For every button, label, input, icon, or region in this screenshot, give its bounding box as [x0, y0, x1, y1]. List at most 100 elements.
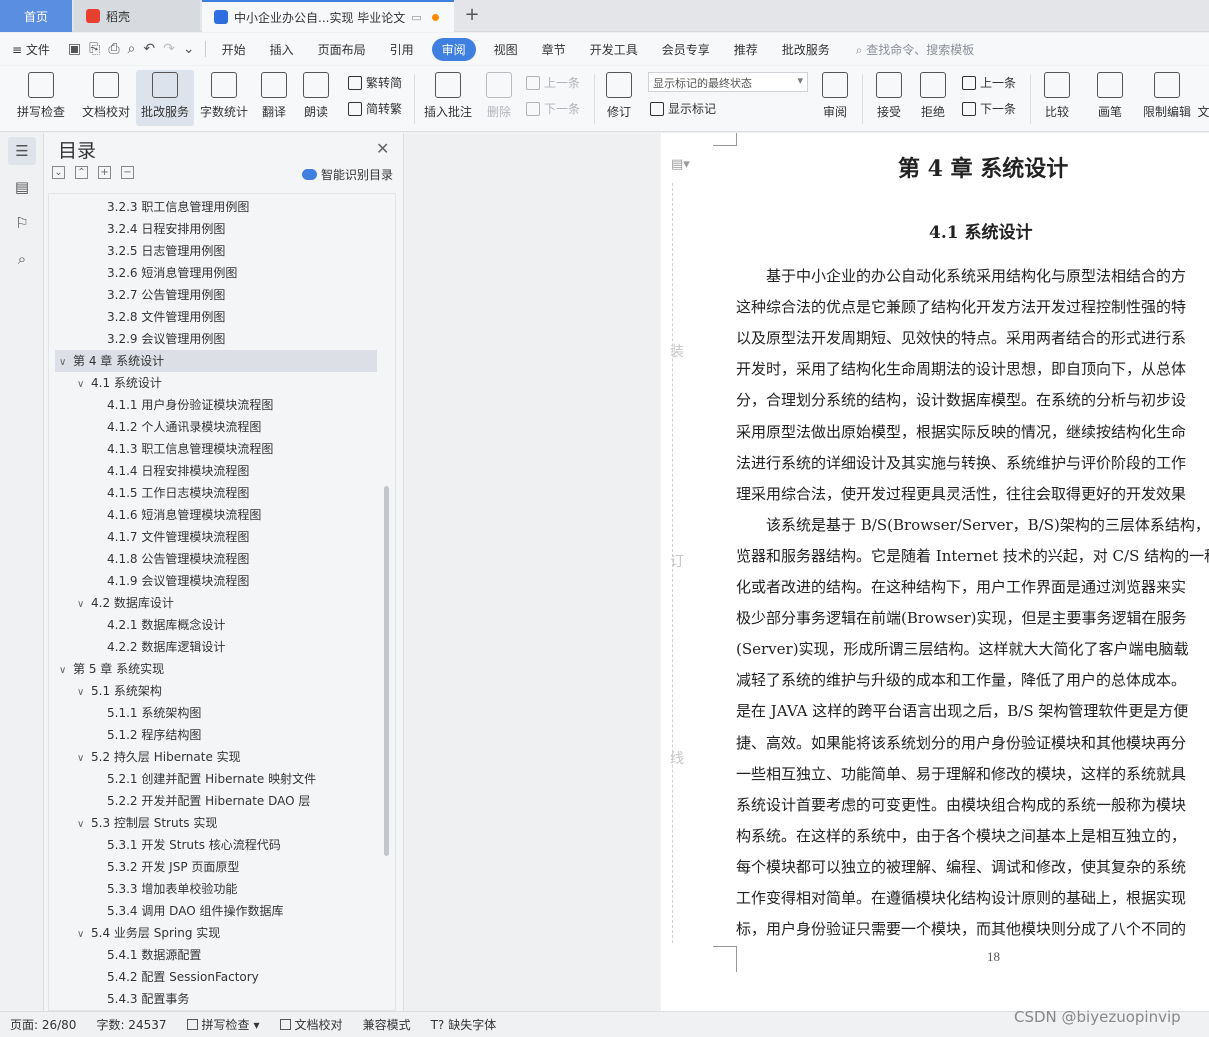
chevron-down-icon[interactable]: ∨ — [77, 814, 91, 836]
toc-item[interactable]: 5.1.1 系统架构图 — [49, 702, 379, 724]
add-heading-icon[interactable]: + — [98, 166, 111, 179]
page-indicator[interactable]: 页面: 26/80 — [0, 1016, 86, 1033]
export-pdf-icon[interactable]: ⎘ — [89, 41, 100, 57]
menu-item-start[interactable]: 开始 — [210, 41, 258, 58]
word-count-status[interactable]: 字数: 24537 — [86, 1016, 176, 1033]
expand-all-icon[interactable]: ⌄ — [52, 166, 65, 179]
tab-daoke[interactable]: 稻壳 — [74, 0, 200, 32]
prev-comment-button[interactable]: 上一条 — [526, 74, 580, 91]
read-aloud-button[interactable]: 朗读 — [298, 70, 334, 126]
toc-item[interactable]: 5.3.1 开发 Struts 核心流程代码 — [49, 834, 379, 856]
smart-toc-button[interactable]: 智能识别目录 — [302, 166, 393, 183]
command-search[interactable]: ⌕ 查找命令、搜索模板 — [856, 41, 975, 58]
toc-item[interactable]: 5.4.3 配置事务 — [49, 988, 379, 1010]
toc-item[interactable]: 5.3.4 调用 DAO 组件操作数据库 — [49, 900, 379, 922]
chevron-down-icon[interactable]: ∨ — [77, 748, 91, 770]
toc-item[interactable]: 5.1.2 程序结构图 — [49, 724, 379, 746]
collapse-all-icon[interactable]: ⌃ — [75, 166, 88, 179]
correction-service-button[interactable]: 批改服务 — [136, 70, 194, 126]
next-change-button[interactable]: 下一条 — [962, 100, 1016, 117]
to-traditional-button[interactable]: 简转繁 — [348, 100, 402, 117]
toc-item[interactable]: ∨ 5.1 系统架构 — [49, 680, 379, 702]
toc-item[interactable]: 3.2.9 会议管理用例图 — [49, 328, 379, 350]
remove-heading-icon[interactable]: − — [121, 166, 134, 179]
find-icon[interactable]: ⌕ — [8, 245, 36, 273]
toc-item[interactable]: 4.2.1 数据库概念设计 — [49, 614, 379, 636]
menu-item-insert[interactable]: 插入 — [258, 41, 306, 58]
review-pane-button[interactable]: 审阅 — [816, 70, 854, 126]
undo-icon[interactable]: ↶ — [143, 41, 155, 57]
toc-item[interactable]: 4.1.9 会议管理模块流程图 — [49, 570, 379, 592]
menu-item-view[interactable]: 视图 — [482, 41, 530, 58]
print-icon[interactable]: ⎙ — [108, 41, 119, 57]
toc-item[interactable]: 4.1.2 个人通讯录模块流程图 — [49, 416, 379, 438]
toc-item[interactable]: 5.2.1 创建并配置 Hibernate 映射文件 — [49, 768, 379, 790]
next-comment-button[interactable]: 下一条 — [526, 100, 580, 117]
tab-home[interactable]: 首页 — [0, 0, 72, 32]
toc-item[interactable]: 3.2.5 日志管理用例图 — [49, 240, 379, 262]
toc-item[interactable]: 3.2.7 公告管理用例图 — [49, 284, 379, 306]
missing-font-status[interactable]: T? 缺失字体 — [421, 1016, 507, 1033]
toc-item[interactable]: 3.2.4 日程安排用例图 — [49, 218, 379, 240]
page-options-icon[interactable]: ▤▾ — [671, 157, 690, 172]
spell-check-status[interactable]: 拼写检查 ▾ — [177, 1016, 270, 1033]
toc-item[interactable]: ∨ 5.2 持久层 Hibernate 实现 — [49, 746, 379, 768]
toc-item[interactable]: ∨ 4.2 数据库设计 — [49, 592, 379, 614]
toc-item[interactable]: ∨ 第 4 章 系统设计 — [55, 350, 377, 372]
show-markup-button[interactable]: 显示标记 — [650, 100, 716, 117]
toc-item[interactable]: ∨ 5.4 业务层 Spring 实现 — [49, 922, 379, 944]
toc-item[interactable]: 5.3.2 开发 JSP 页面原型 — [49, 856, 379, 878]
new-tab-plus-icon[interactable]: + — [462, 5, 482, 25]
document-page[interactable]: ▤▾ 装 订 线 第 4 章 系统设计 4.1 系统设计 基于中小企业的办公自动… — [661, 133, 1209, 1011]
track-changes-button[interactable]: 修订 — [600, 70, 638, 126]
toc-item[interactable]: 4.1.6 短消息管理模块流程图 — [49, 504, 379, 526]
compare-button[interactable]: 比较 — [1036, 70, 1078, 126]
chevron-down-icon[interactable]: ∨ — [77, 374, 91, 396]
monitor-icon[interactable]: ▭ — [411, 11, 421, 24]
menu-item-recommend[interactable]: 推荐 — [722, 41, 770, 58]
toc-item[interactable]: 5.3.3 增加表单校验功能 — [49, 878, 379, 900]
prev-change-button[interactable]: 上一条 — [962, 74, 1016, 91]
chevron-down-icon[interactable]: ∨ — [59, 660, 73, 682]
toc-item[interactable]: 4.1.4 日程安排模块流程图 — [49, 460, 379, 482]
translate-button[interactable]: 翻译 — [254, 70, 294, 126]
word-count-button[interactable]: 字数统计 — [196, 70, 252, 126]
tab-document[interactable]: 中小企业办公自...实现 毕业论文 ▭ — [202, 0, 454, 32]
toc-item[interactable]: ∨ 第 5 章 系统实现 — [49, 658, 379, 680]
more-chevron-icon[interactable]: ⌄ — [183, 41, 195, 57]
menu-item-member[interactable]: 会员专享 — [650, 41, 722, 58]
to-simplified-button[interactable]: 繁转简 — [348, 74, 402, 91]
save-icon[interactable]: ▣ — [68, 41, 81, 57]
toc-item[interactable]: ∨ 5.3 控制层 Struts 实现 — [49, 812, 379, 834]
toc-item[interactable]: 5.2.2 开发并配置 Hibernate DAO 层 — [49, 790, 379, 812]
insert-comment-button[interactable]: 插入批注 — [420, 70, 476, 126]
menu-item-review[interactable]: 审阅 — [431, 37, 476, 61]
delete-comment-button[interactable]: 删除 — [480, 70, 518, 126]
menu-item-devtools[interactable]: 开发工具 — [578, 41, 650, 58]
proofread-button[interactable]: 文档校对 — [76, 70, 136, 126]
restrict-editing-button[interactable]: 限制编辑 — [1138, 70, 1196, 126]
file-menu[interactable]: ≡ 文件 — [0, 41, 62, 58]
compat-mode-status[interactable]: 兼容模式 — [353, 1016, 421, 1033]
chevron-down-icon[interactable]: ∨ — [77, 594, 91, 616]
menu-item-layout[interactable]: 页面布局 — [306, 41, 378, 58]
toc-item[interactable]: 3.2.8 文件管理用例图 — [49, 306, 379, 328]
toc-item[interactable]: ∨ 4.1 系统设计 — [49, 372, 379, 394]
toc-scrollbar[interactable] — [384, 486, 389, 856]
proofread-status[interactable]: 文档校对 — [270, 1016, 353, 1033]
toc-item[interactable]: 4.1.5 工作日志模块流程图 — [49, 482, 379, 504]
toc-item[interactable]: 3.2.6 短消息管理用例图 — [49, 262, 379, 284]
menu-item-reference[interactable]: 引用 — [378, 41, 426, 58]
menu-item-chapter[interactable]: 章节 — [530, 41, 578, 58]
redo-icon[interactable]: ↷ — [163, 41, 175, 57]
reject-button[interactable]: 拒绝 — [914, 70, 952, 126]
menu-item-correction[interactable]: 批改服务 — [770, 41, 842, 58]
close-icon[interactable]: ✕ — [376, 139, 389, 158]
chapter-nav-icon[interactable]: ▤ — [8, 173, 36, 201]
toc-nav-icon[interactable]: ☰ — [8, 137, 36, 165]
toc-item[interactable]: 4.1.1 用户身份验证模块流程图 — [49, 394, 379, 416]
markup-state-select[interactable]: 显示标记的最终状态 — [648, 72, 808, 92]
chevron-down-icon[interactable]: ∨ — [77, 924, 91, 946]
chevron-down-icon[interactable]: ∨ — [59, 352, 73, 374]
toc-item[interactable]: 5.4.2 配置 SessionFactory — [49, 966, 379, 988]
